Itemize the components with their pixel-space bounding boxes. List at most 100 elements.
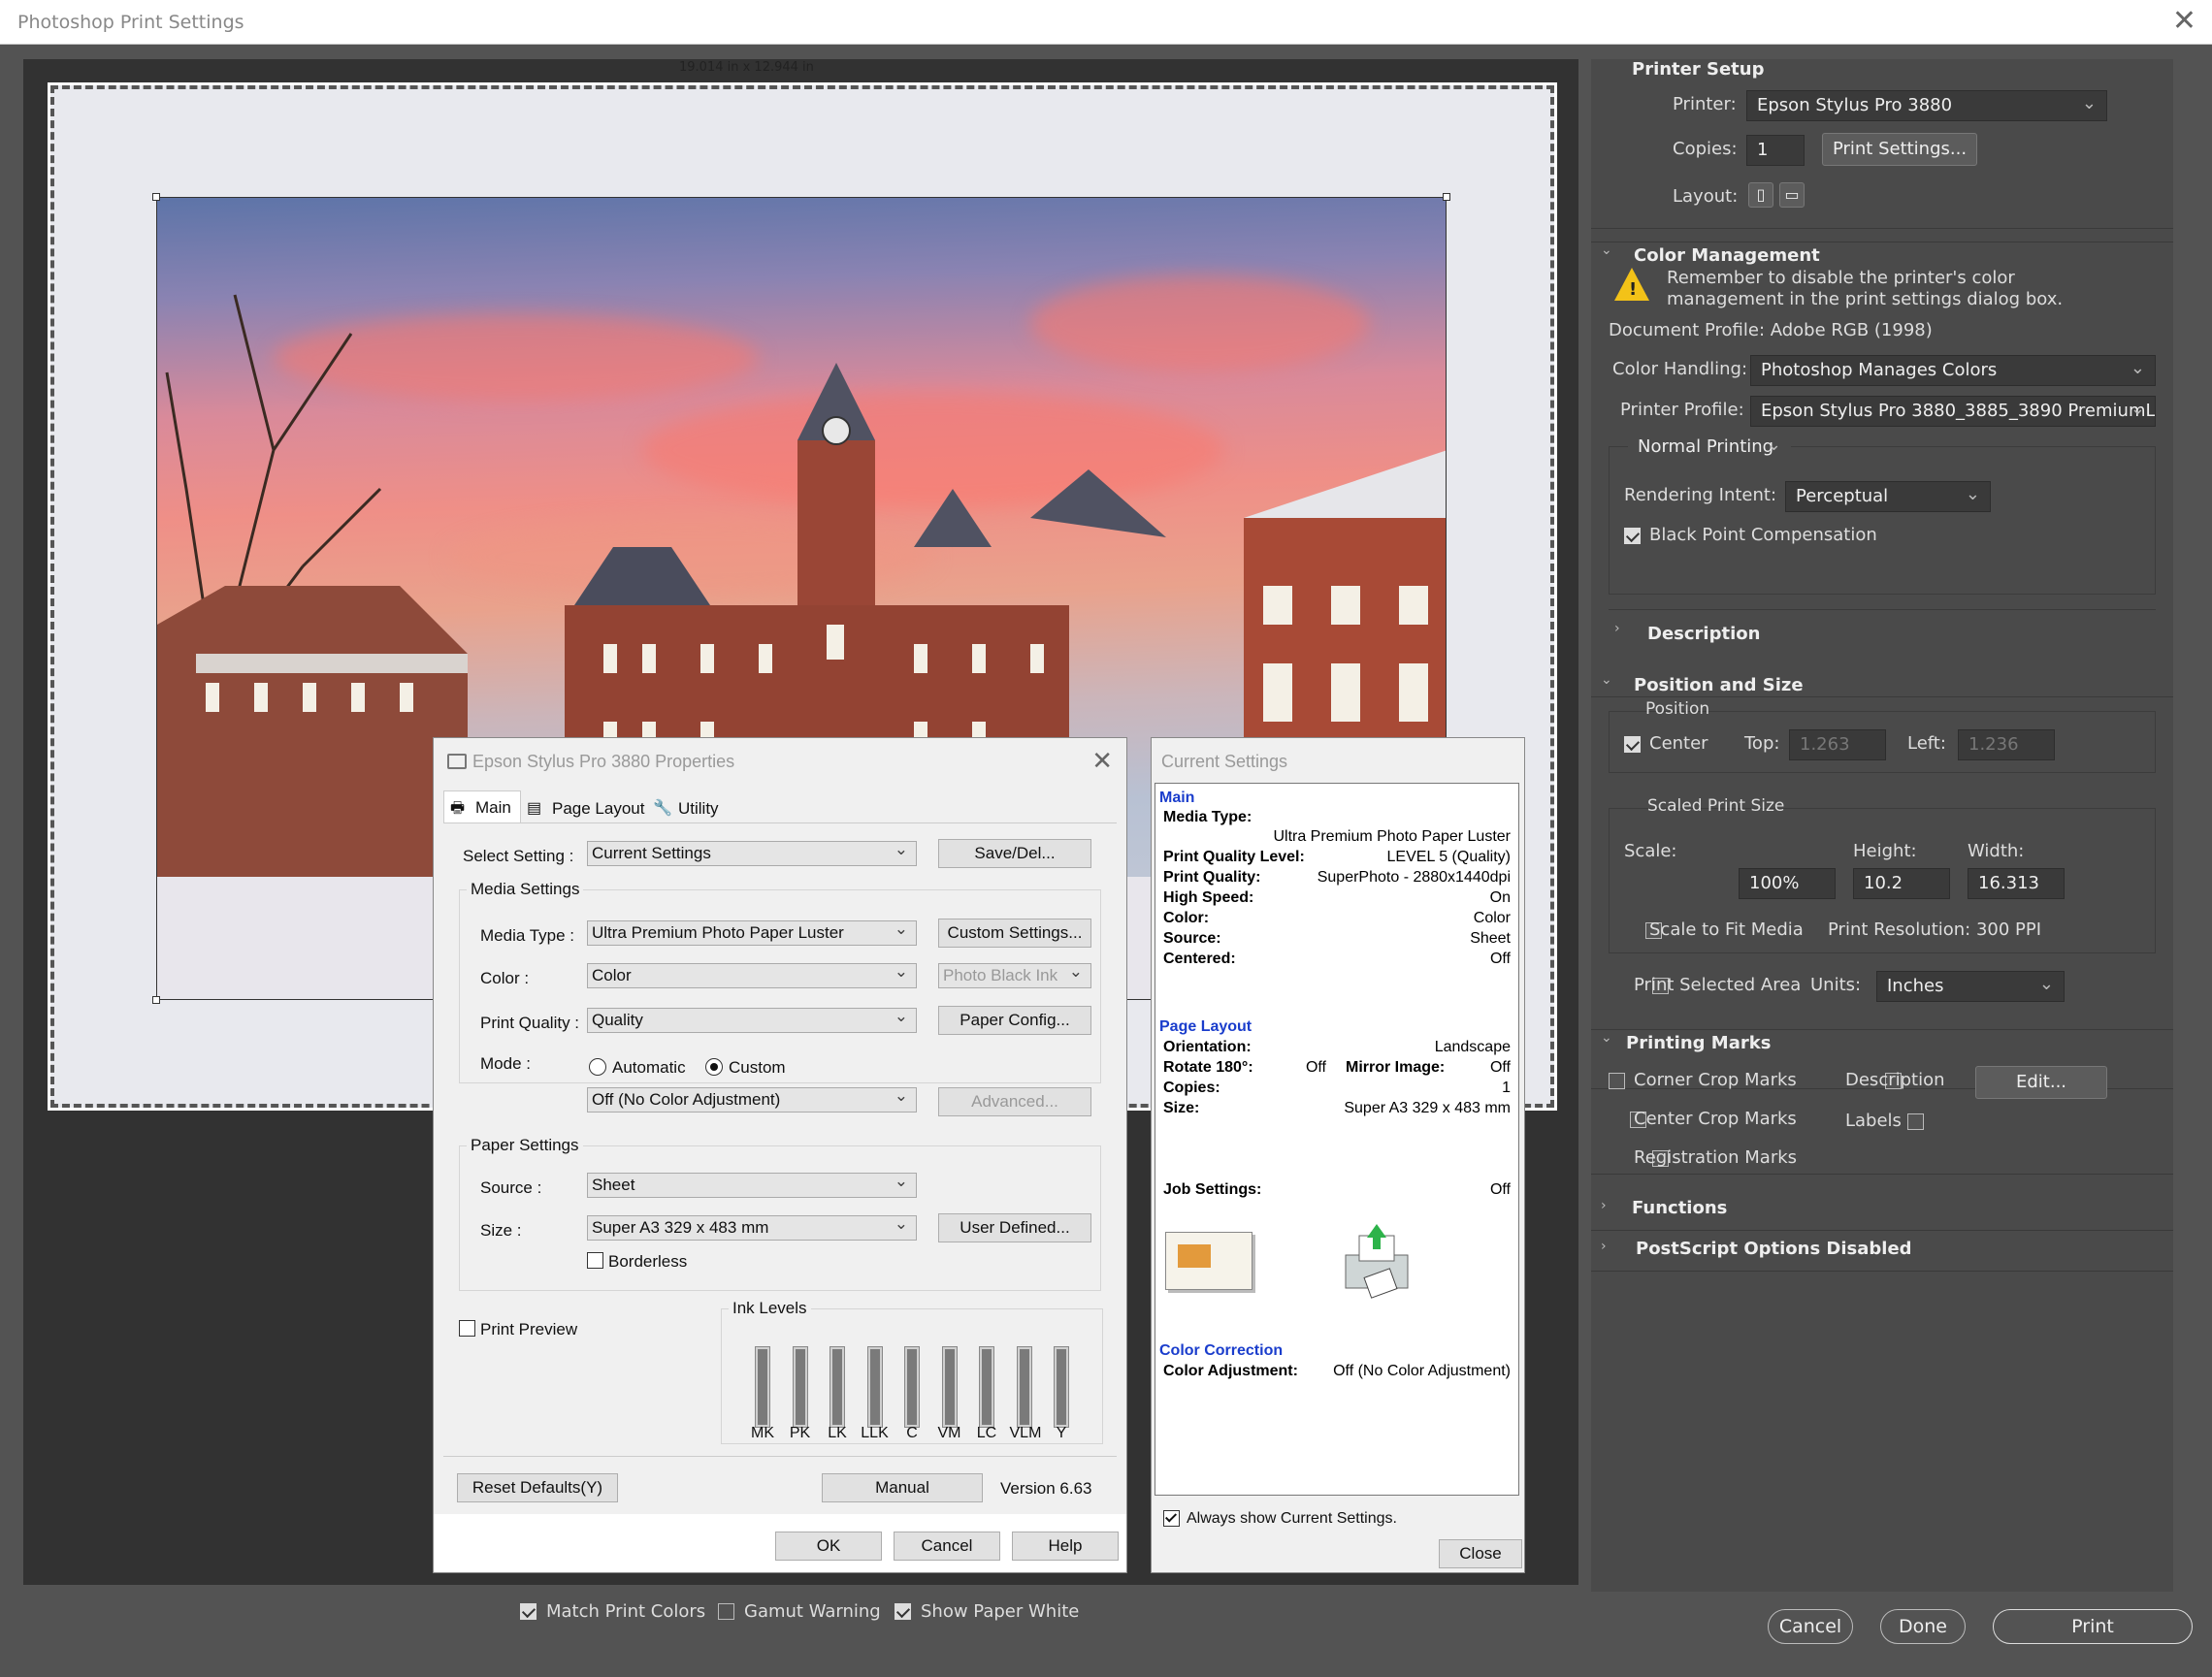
units-select[interactable]: Inches (1876, 971, 2065, 1002)
custom-label: Custom (729, 1058, 786, 1077)
mode-label: Mode : (480, 1054, 531, 1073)
scale-input[interactable]: 100% (1739, 868, 1836, 899)
edit-marks-button[interactable]: Edit... (1975, 1066, 2107, 1099)
print-quality-dropdown[interactable]: Quality (587, 1008, 917, 1033)
done-button[interactable]: Done (1880, 1609, 1966, 1644)
tab-page-layout[interactable]: ▤ Page Layout (523, 794, 645, 823)
crop-handle-tr[interactable] (1443, 193, 1450, 201)
position-group-title: Position (1645, 699, 1710, 719)
gamut-warning-checkbox[interactable] (718, 1603, 734, 1620)
match-print-colors[interactable]: Match Print Colors (520, 1601, 705, 1622)
color-management-section: ⌄ Color Management ! Remember to disable… (1591, 242, 2173, 697)
postscript-header[interactable]: PostScript Options Disabled (1636, 1239, 1912, 1259)
ok-button[interactable]: OK (775, 1532, 882, 1561)
cs-value: 1 (1502, 1080, 1511, 1096)
print-quality-label: Print Quality : (480, 1014, 580, 1032)
tab-main[interactable]: 🖶 Main (443, 790, 521, 823)
cs-value: Super A3 329 x 483 mm (1344, 1100, 1511, 1116)
print-settings-button[interactable]: Print Settings... (1822, 133, 1977, 166)
ink-label-vm: VM (937, 1425, 961, 1441)
reset-defaults-button[interactable]: Reset Defaults(Y) (457, 1473, 618, 1502)
description-header[interactable]: Description (1647, 624, 1760, 644)
color-handling-label: Color Handling: (1612, 359, 1748, 379)
custom-radio[interactable] (705, 1058, 723, 1076)
chevron-right-icon[interactable]: › (1601, 1239, 1607, 1254)
width-input[interactable]: 16.313 (1968, 868, 2065, 899)
user-defined-button[interactable]: User Defined... (938, 1213, 1091, 1242)
tab-utility[interactable]: 🔧 Utility (649, 794, 736, 823)
source-dropdown[interactable]: Sheet (587, 1173, 917, 1198)
corner-crop-label: Corner Crop Marks (1634, 1070, 1797, 1090)
borderless-checkbox[interactable] (587, 1252, 603, 1269)
chevron-right-icon[interactable]: › (1614, 621, 1620, 636)
mode-dropdown[interactable]: Off (No Color Adjustment) (587, 1087, 917, 1113)
ink-bar-lc (979, 1346, 994, 1428)
corner-crop-checkbox[interactable] (1609, 1073, 1625, 1089)
settings-panel: Printer Setup Printer: Epson Stylus Pro … (1591, 59, 2173, 1592)
top-input[interactable]: 1.263 (1789, 729, 1886, 760)
match-print-colors-checkbox[interactable] (520, 1603, 537, 1620)
print-button[interactable]: Print (1993, 1609, 2193, 1644)
ink-label-pk: PK (789, 1425, 811, 1441)
copies-input[interactable]: 1 (1746, 135, 1805, 166)
height-input[interactable]: 10.2 (1853, 868, 1950, 899)
print-mode-select[interactable]: Normal Printing (1628, 433, 1791, 464)
color-dropdown[interactable]: Color (587, 963, 917, 988)
manual-button[interactable]: Manual (822, 1473, 983, 1502)
cancel-button[interactable]: Cancel (1768, 1609, 1853, 1644)
close-icon[interactable]: ✕ (1091, 746, 1113, 776)
postscript-section[interactable]: › PostScript Options Disabled (1591, 1231, 2173, 1272)
show-paper-white-checkbox[interactable] (895, 1603, 911, 1620)
center-checkbox[interactable] (1624, 736, 1641, 753)
size-dropdown[interactable]: Super A3 329 x 483 mm (587, 1215, 917, 1241)
epson-dialog-title: Epson Stylus Pro 3880 Properties (472, 752, 735, 771)
copies-label: Copies: (1673, 139, 1738, 159)
tab-divider (443, 822, 1117, 823)
functions-header[interactable]: Functions (1632, 1198, 1727, 1218)
crop-handle-bl[interactable] (152, 996, 160, 1004)
show-paper-white-label: Show Paper White (921, 1601, 1080, 1622)
left-input[interactable]: 1.236 (1958, 729, 2055, 760)
save-del-button[interactable]: Save/Del... (938, 839, 1091, 868)
epson-cancel-button[interactable]: Cancel (894, 1532, 1000, 1561)
units-label: Units: (1810, 975, 1862, 995)
chevron-down-icon[interactable]: ⌄ (1601, 672, 1612, 688)
rendering-intent-select[interactable]: Perceptual (1785, 481, 1991, 512)
document-profile: Document Profile: Adobe RGB (1998) (1609, 320, 1933, 340)
color-handling-select[interactable]: Photoshop Manages Colors (1750, 355, 2156, 386)
current-settings-close-button[interactable]: Close (1439, 1539, 1522, 1568)
show-paper-white[interactable]: Show Paper White (895, 1601, 1079, 1622)
chevron-right-icon[interactable]: › (1601, 1198, 1607, 1213)
printer-profile-select[interactable]: Epson Stylus Pro 3880_3885_3890 PremiumL… (1750, 396, 2156, 427)
custom-settings-button[interactable]: Custom Settings... (938, 919, 1091, 948)
wrench-icon: 🔧 (653, 800, 672, 817)
ink-bar-y (1054, 1346, 1069, 1428)
media-type-dropdown[interactable]: Ultra Premium Photo Paper Luster (587, 920, 917, 946)
help-button[interactable]: Help (1012, 1532, 1119, 1561)
printer-label: Printer: (1673, 94, 1737, 114)
position-size-section: ⌄ Position and Size Position Center Top:… (1591, 672, 2173, 1089)
chevron-down-icon[interactable]: ⌄ (1601, 1030, 1612, 1046)
match-print-colors-label: Match Print Colors (546, 1601, 706, 1622)
layout-portrait-icon[interactable]: ▯ (1748, 182, 1773, 208)
automatic-radio[interactable] (589, 1058, 606, 1076)
paper-config-button[interactable]: Paper Config... (938, 1006, 1091, 1035)
source-label: Source : (480, 1178, 542, 1197)
cs-key: Color Adjustment: (1163, 1363, 1298, 1379)
labels-checkbox[interactable] (1906, 1113, 1924, 1130)
close-icon[interactable]: ✕ (2172, 4, 2196, 38)
select-setting-dropdown[interactable]: Current Settings (587, 841, 917, 866)
ink-type-dropdown[interactable]: Photo Black Ink (938, 963, 1091, 988)
crop-handle-tl[interactable] (152, 193, 160, 201)
advanced-button[interactable]: Advanced... (938, 1087, 1091, 1116)
media-type-label: Media Type : (480, 926, 575, 945)
printer-select[interactable]: Epson Stylus Pro 3880 (1746, 90, 2107, 121)
gamut-warning[interactable]: Gamut Warning (718, 1601, 881, 1622)
scale-to-fit-label: Scale to Fit Media (1649, 919, 1804, 940)
black-point-checkbox[interactable] (1624, 528, 1641, 544)
layout-landscape-icon[interactable]: ▭ (1779, 182, 1805, 208)
functions-section[interactable]: › Functions (1591, 1190, 2173, 1231)
chevron-down-icon[interactable]: ⌄ (1601, 242, 1612, 258)
print-preview-checkbox[interactable] (459, 1320, 475, 1337)
always-show-checkbox[interactable] (1163, 1510, 1180, 1527)
